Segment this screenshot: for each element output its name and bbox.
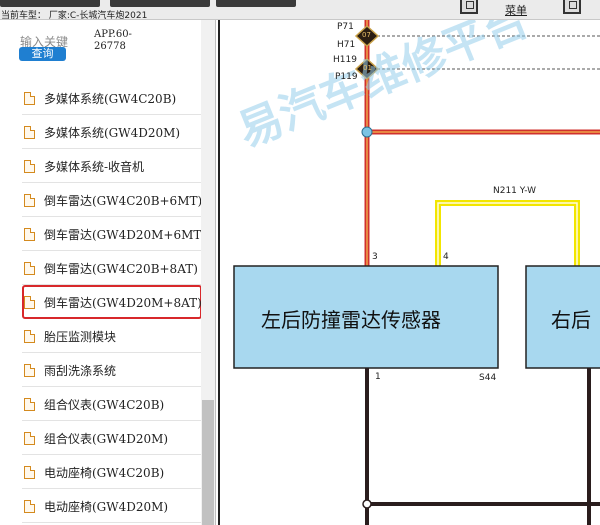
pin-number: 3 [372,252,378,262]
splice-point [361,126,373,138]
signal-wire-core [437,202,578,266]
menu-link[interactable]: 菜单 [505,2,527,18]
query-button[interactable]: 查询 [19,47,66,61]
wire-label: N211 Y-W [493,186,536,196]
top-bar: 当前车型： 厂家:C-长城汽车炮2021 菜单 [0,0,600,21]
list-item-label: 组合仪表(GW4C20B) [44,398,165,412]
wiring-diagram: 易汽车维修平台 P71 H71 H119 P119 07 01 N211 Y-W… [217,20,600,525]
marker-label: 07 [362,31,371,39]
list-item-label: 胎压监测模块 [44,330,117,344]
list-item[interactable]: 倒车雷达(GW4D20M+6MT) [22,217,202,251]
list-item-label: 雨刮洗涤系统 [44,364,117,378]
connector-label: P119 [335,72,358,82]
document-icon [24,126,35,139]
document-icon [24,228,35,241]
pin-number: 4 [443,252,449,262]
list-item-label: 组合仪表(GW4D20M) [44,432,169,446]
ground-splice [362,499,372,509]
list-item-label: 多媒体系统(GW4D20M) [44,126,181,140]
list-item[interactable]: 组合仪表(GW4C20B) [22,387,202,421]
list-item[interactable]: 电动座椅(GW4D20M) [22,489,202,523]
wiring-diagram-canvas [218,20,600,525]
list-item[interactable]: 电动座椅(GW4C20B) [22,455,202,489]
document-icon [24,500,35,513]
document-list: 多媒体系统(GW4C20B) 多媒体系统(GW4D20M) 多媒体系统-收音机倒车雷… [22,81,202,523]
document-icon [24,92,35,105]
connector-label: P71 [337,22,354,32]
sidebar-scrollbar[interactable] [201,20,215,525]
document-icon [24,364,35,377]
list-item-label: 倒车雷达(GW4D20M+8AT) [44,296,202,310]
document-icon [24,432,35,445]
pin-number: 1 [375,372,381,382]
list-item-label: 多媒体系统-收音机 [44,160,145,174]
list-item[interactable]: 组合仪表(GW4D20M) [22,421,202,455]
document-icon [24,330,35,343]
list-item[interactable]: 胎压监测模块 [22,319,202,353]
document-icon [24,466,35,479]
connector-label: H119 [333,55,357,65]
toolbar-button-2[interactable] [110,0,210,7]
document-icon [24,194,35,207]
list-item-label: 倒车雷达(GW4C20B+8AT) [44,262,198,276]
left-sensor-label: 左后防撞雷达传感器 [261,308,441,332]
scrollbar-thumb[interactable] [202,400,214,525]
list-item[interactable]: 倒车雷达(GW4C20B+8AT) [22,251,202,285]
app-version: APP.60-26778 [94,29,132,52]
list-item-label: 电动座椅(GW4C20B) [44,466,165,480]
list-item-label: 电动座椅(GW4D20M) [44,500,169,514]
list-item[interactable]: 倒车雷达(GW4C20B+6MT) [22,183,202,217]
toolbar-button-3[interactable] [216,0,296,7]
signal-wire [435,200,580,266]
document-icon [24,262,35,275]
toolbar-button-1[interactable] [0,0,100,7]
list-item-label: 倒车雷达(GW4C20B+6MT) [44,194,202,208]
exit-icon[interactable] [563,0,581,14]
list-item[interactable]: 多媒体系统(GW4D20M) [22,115,202,149]
list-item-label: 倒车雷达(GW4D20M+6MT) [44,228,202,242]
list-item-label: 多媒体系统(GW4C20B) [44,92,177,106]
window-icon[interactable] [460,0,478,14]
list-item[interactable]: 倒车雷达(GW4D20M+8AT) [22,285,202,319]
list-item[interactable]: 雨刮洗涤系统 [22,353,202,387]
connector-label: H71 [337,40,356,50]
right-sensor-label: 右后 [551,308,591,332]
document-icon [24,296,35,309]
document-icon [24,160,35,173]
connector-code: S44 [479,373,497,383]
list-item[interactable]: 多媒体系统-收音机 [22,149,202,183]
marker-label: 01 [363,64,372,72]
document-icon [24,398,35,411]
sidebar: 输入关键 查询 APP.60-26778 多媒体系统(GW4C20B) 多媒体系统… [0,20,216,525]
list-item[interactable]: 多媒体系统(GW4C20B) [22,81,202,115]
